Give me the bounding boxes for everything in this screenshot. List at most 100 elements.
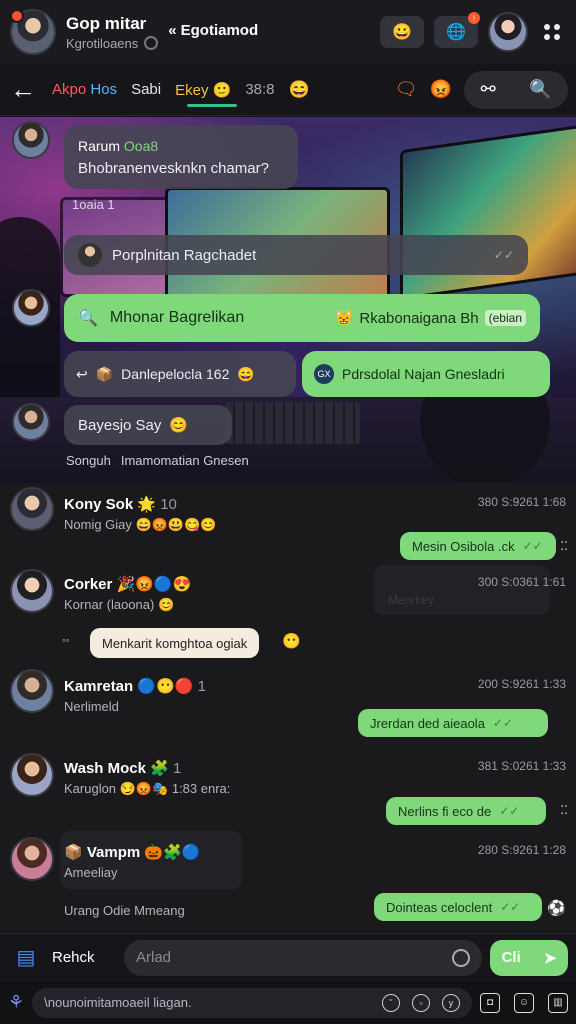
chat-time: 380 S:9261 1:68 <box>477 495 566 509</box>
emoji-circle-icon[interactable]: ˘ <box>382 993 400 1012</box>
globe-button[interactable]: 🌐! <box>434 12 480 48</box>
message-composer: ▤ Rehck Arlad Cli ➤ <box>0 933 576 981</box>
chat-row[interactable]: Corker 🎉😡🔵😍 Kornar (laoona) 😊 Menrkey 30… <box>0 563 576 663</box>
contact-avatar[interactable] <box>488 12 528 52</box>
search-pill[interactable]: ⚯ 🔍 <box>464 70 568 109</box>
hero-message-3-left: 🔍 Mhonar Bagrelikan <box>78 308 244 328</box>
app-logo-icon[interactable]: ⚘ <box>8 992 24 1013</box>
chat-row[interactable]: Kamretan 🔵😶🔴 1 Nerlimeld 200 S:9261 1:33… <box>0 663 576 747</box>
outgoing-message[interactable]: Mesin Osibola .ck ✓✓ <box>400 532 556 560</box>
tab-icons: 🗨 😡 ⚯ 🔍 <box>395 70 568 109</box>
group-name-label: Egotiamod <box>180 21 259 39</box>
hero-message-1-name: Rarum <box>78 137 121 154</box>
y-icon[interactable]: y <box>442 993 460 1012</box>
chat-preview: Nerlimeld <box>64 699 119 714</box>
chat-preview: Karuglon 😏😡🎭 1:83 enra: <box>64 781 231 796</box>
chat-name-extra: 1 <box>197 678 206 695</box>
message-input[interactable]: Arlad <box>124 939 482 976</box>
chat-row[interactable]: Kony Sok 🌟 10 Nomig Giay 😄😡😃😋😊 380 S:926… <box>0 483 576 563</box>
outgoing-message[interactable]: Jrerdan ded aieaola ✓✓ <box>358 709 548 737</box>
message-menu-icon[interactable]: ⁚⁚ <box>560 803 568 817</box>
hero-footer-b: Imamomatian Gnesen <box>120 453 249 468</box>
share-emoji-button[interactable]: 😀 <box>380 16 424 48</box>
tab-bar: ← Akpo Hos Sabi Ekey 🙂 38:8 😄 🗨 😡 ⚯ 🔍 <box>0 64 576 116</box>
outgoing-message-text: Mesin Osibola .ck <box>412 538 515 554</box>
more-menu-icon[interactable] <box>538 18 566 46</box>
tab-time[interactable]: 38:8 <box>245 73 274 106</box>
chat-avatar[interactable] <box>10 753 54 797</box>
hero-message-1-tag: Ooa8 <box>123 137 159 154</box>
header-actions: 😀 🌐! <box>380 12 566 52</box>
trash-icon[interactable]: ▥ <box>548 992 568 1013</box>
globe-badge: ! <box>468 12 480 24</box>
globe-icon: 🌐 <box>446 24 466 41</box>
tab-akpo[interactable]: Akpo Hos <box>52 73 117 106</box>
group-name[interactable]: « Egotiamod <box>168 22 258 39</box>
chat-name-extra: 1 <box>172 760 182 777</box>
chat-avatar[interactable] <box>10 569 54 613</box>
top-header: Gop mitar Kgrotiloaens « Egotiamod 😀 🌐! <box>0 0 576 64</box>
header-subtitle: Kgrotiloaens <box>66 35 139 51</box>
chat-row[interactable]: Wash Mock 🧩 1 Karuglon 😏😡🎭 1:83 enra: 38… <box>0 747 576 831</box>
outgoing-message[interactable]: Nerlins fi eco de ✓✓ <box>386 797 546 825</box>
chat-preview: Ameeliay <box>64 865 118 880</box>
hero-message-6-text: Bayesjo Say <box>78 416 162 434</box>
hero-message-4[interactable]: ↩ 📦 Danlepelocla 162 😄 <box>64 351 296 397</box>
box-emoji-icon: 📦 <box>95 365 114 382</box>
chat-avatar[interactable] <box>10 487 54 531</box>
hero-message-1-text: Bhobranenvesknkn chamar? <box>78 159 269 177</box>
gallery-icon[interactable]: ☺ <box>514 992 534 1013</box>
back-arrow-icon[interactable]: ← <box>8 74 38 105</box>
camera-icon[interactable]: ◘ <box>480 992 500 1013</box>
hero-avatar-2[interactable] <box>12 289 50 327</box>
search-icon[interactable]: 🔍 <box>529 79 551 100</box>
chat-avatar[interactable] <box>10 837 54 881</box>
filter-icon[interactable]: ⚯ <box>481 79 496 100</box>
chat-row[interactable]: 📦 Vampm 🎃🧩🔵 Ameeliay Urang Odie Mmeang 2… <box>0 831 576 931</box>
chat-time: 280 S:9261 1:28 <box>477 843 566 857</box>
record-icon[interactable]: ▫ <box>412 993 430 1012</box>
hero-message-6[interactable]: Bayesjo Say 😊 <box>64 405 232 445</box>
outgoing-message[interactable]: Dointeas celoclent ✓✓ <box>374 893 542 921</box>
send-arrow-icon: ➤ <box>543 949 557 967</box>
tab-sabi[interactable]: Sabi <box>131 73 161 106</box>
outgoing-message-text: Dointeas celoclent <box>386 899 493 915</box>
message-menu-icon[interactable]: ⁚⁚ <box>560 539 568 553</box>
hero-message-2-text: Porplnitan Ragchadet <box>112 246 257 264</box>
hero-avatar-1[interactable] <box>12 121 50 159</box>
tab-ekey-label: Ekey <box>175 81 209 99</box>
profile-avatar[interactable] <box>10 9 56 55</box>
attach-doc-icon[interactable]: ▤ <box>8 940 44 976</box>
hero-avatar-3[interactable] <box>12 403 50 441</box>
composer-label: Rehck <box>52 949 95 966</box>
hero-message-3-tag: (ebian <box>484 310 526 326</box>
group-prefix: « <box>168 21 177 39</box>
search-small-icon: 🔍 <box>78 310 98 327</box>
hero-message-1[interactable]: Rarum Ooa8 Bhobranenvesknkn chamar? <box>64 125 298 189</box>
tab-akpo-label: Akpo <box>52 81 87 98</box>
outgoing-message-text: Nerlins fi eco de <box>398 803 492 819</box>
hero-message-3[interactable]: 🔍 Mhonar Bagrelikan 😸 Rkabonaigana Bh (e… <box>64 294 540 342</box>
hero-message-1-header: Rarum Ooa8 <box>78 138 158 154</box>
send-button[interactable]: Cli ➤ <box>490 939 568 976</box>
ball-icon[interactable]: ⚽ <box>547 899 566 917</box>
chat-avatar[interactable] <box>10 669 54 713</box>
chat-name-text: Wash Mock <box>64 760 146 777</box>
hero-message-5[interactable]: GX Pdrsdolal Najan Gnesladri <box>302 351 550 397</box>
tab-ekey[interactable]: Ekey 🙂 <box>175 73 238 107</box>
comment-icon[interactable]: 🗨 <box>395 79 418 100</box>
ghost-bubble: Menrkey <box>374 565 550 615</box>
emoji-red-icon[interactable]: 😡 <box>430 79 452 100</box>
read-ticks-icon: ✓✓ <box>493 248 514 262</box>
face-icon[interactable]: 😄 <box>289 80 310 100</box>
read-check-icon: ✓✓ <box>492 716 514 730</box>
chat-preview: Nomig Giay 😄😡😃😋😊 <box>64 517 217 532</box>
hero-message-2[interactable]: Porplnitan Ragchadet ✓✓ <box>64 235 528 275</box>
bottom-input-placeholder: \nounoimitamoaeil liagan. <box>44 995 192 1010</box>
bottom-input[interactable]: \nounoimitamoaeil liagan. ˘ ▫ y <box>32 987 472 1018</box>
react-emoji-icon[interactable]: 😶 <box>282 632 301 650</box>
sticker-icon[interactable] <box>452 948 470 967</box>
quoted-message[interactable]: Menkarit komghtoa ogiak <box>90 628 260 658</box>
emoji-icon: 😀 <box>392 24 412 41</box>
hero-footer: Songuh Imamomatian Gnesen <box>66 453 249 468</box>
